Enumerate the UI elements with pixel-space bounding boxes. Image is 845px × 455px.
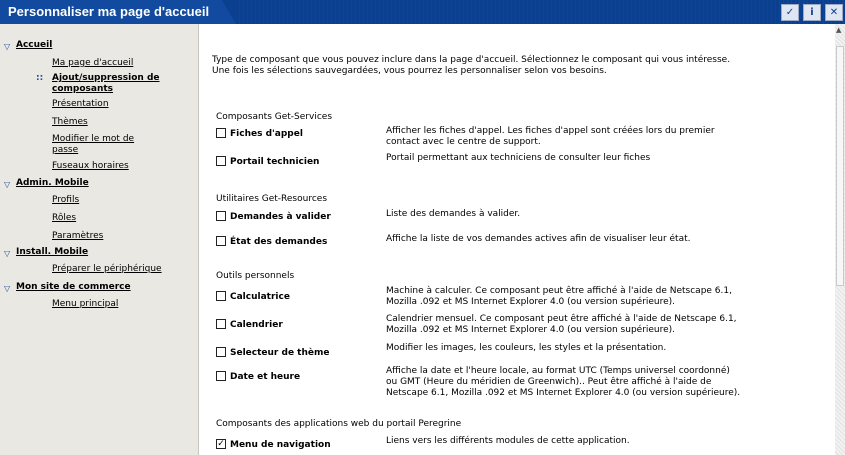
component-label: Portail technicien (230, 157, 320, 167)
expand-arrow-icon[interactable]: ▽ (4, 42, 10, 51)
group-title-outils-personnels: Outils personnels (216, 271, 295, 281)
checkbox-fiches-appel[interactable] (216, 128, 226, 138)
sidebar-item-presentation[interactable]: Présentation (52, 99, 109, 109)
sidebar-item-password-line2[interactable]: passe (52, 145, 78, 155)
component-label: Date et heure (230, 372, 301, 382)
component-label: Demandes à valider (230, 212, 331, 222)
component-label: Calculatrice (230, 292, 290, 302)
checkbox-portail-technicien[interactable] (216, 156, 226, 166)
title-stripe (236, 0, 845, 24)
vertical-scrollbar[interactable]: ▲ (835, 24, 845, 455)
component-desc-line: Liste des demandes à valider. (386, 209, 521, 219)
component-desc-line: Mozilla .092 et MS Internet Explorer 4.0… (386, 325, 676, 335)
expand-arrow-icon[interactable]: ▽ (4, 249, 10, 258)
check-icon[interactable]: ✓ (781, 4, 799, 21)
close-icon[interactable]: ✕ (825, 4, 843, 21)
sidebar-item-password-line1[interactable]: Modifier le mot de (52, 134, 134, 144)
sidebar-item-fuseaux[interactable]: Fuseaux horaires (52, 161, 129, 171)
checkbox-demandes-valider[interactable] (216, 211, 226, 221)
sidebar-section-install-mobile[interactable]: Install. Mobile (16, 247, 88, 257)
component-label: Calendrier (230, 320, 283, 330)
component-label: Fiches d'appel (230, 129, 303, 139)
group-title-get-resources: Utilitaires Get-Resources (216, 194, 328, 204)
sidebar-item-preparer[interactable]: Préparer le périphérique (52, 264, 162, 274)
expand-arrow-icon[interactable]: ▽ (4, 284, 10, 293)
intro-text-line2: Une fois les sélections sauvegardées, vo… (212, 66, 607, 76)
component-label: Menu de navigation (230, 440, 331, 450)
intro-text-line1: Type de composant que vous pouvez inclur… (212, 55, 731, 65)
title-icons: ✓ i ✕ (781, 4, 843, 21)
checkbox-etat-demandes[interactable] (216, 236, 226, 246)
checkbox-calendrier[interactable] (216, 319, 226, 329)
component-desc-line: Affiche la liste de vos demandes actives… (386, 234, 691, 244)
checkbox-menu-navigation[interactable]: ✓ (216, 439, 226, 449)
checkbox-selecteur-theme[interactable] (216, 347, 226, 357)
info-icon[interactable]: i (803, 4, 821, 21)
component-desc-line: Affiche la date et l'heure locale, au fo… (386, 366, 730, 376)
scrollbar-thumb[interactable] (836, 46, 844, 286)
component-desc-line: ou GMT (Heure du méridien de Greenwich).… (386, 377, 712, 387)
active-bullet-icon: :: (36, 73, 44, 83)
component-desc-line: contact avec le centre de support. (386, 137, 541, 147)
component-desc-line: Machine à calculer. Ce composant peut êt… (386, 286, 732, 296)
expand-arrow-icon[interactable]: ▽ (4, 180, 10, 189)
sidebar-item-themes[interactable]: Thèmes (52, 117, 88, 127)
component-label: Selecteur de thème (230, 348, 330, 358)
component-desc-line: Modifier les images, les couleurs, les s… (386, 343, 667, 353)
checkbox-calculatrice[interactable] (216, 291, 226, 301)
component-desc-line: Mozilla .092 et MS Internet Explorer 4.0… (386, 297, 676, 307)
component-desc-line: Netscape 6.1, Mozilla .092 et MS Interne… (386, 388, 741, 398)
sidebar-item-parametres[interactable]: Paramètres (52, 231, 103, 241)
sidebar-section-commerce[interactable]: Mon site de commerce (16, 282, 131, 292)
window-title: Personnaliser ma page d'accueil (8, 4, 210, 19)
sidebar-section-accueil[interactable]: Accueil (16, 40, 52, 50)
title-bar: Personnaliser ma page d'accueil ✓ i ✕ (0, 0, 845, 24)
group-title-get-services: Composants Get-Services (216, 112, 333, 122)
checkbox-date-heure[interactable] (216, 371, 226, 381)
component-desc-line: Afficher les fiches d'appel. Les fiches … (386, 126, 715, 136)
sidebar-item-roles[interactable]: Rôles (52, 213, 76, 223)
component-desc-line: Liens vers les différents modules de cet… (386, 436, 630, 446)
component-desc-line: Calendrier mensuel. Ce composant peut êt… (386, 314, 737, 324)
sidebar-item-menu-principal[interactable]: Menu principal (52, 299, 118, 309)
sidebar-item-ajout-line1[interactable]: Ajout/suppression de (52, 73, 160, 83)
sidebar-item-ajout-line2[interactable]: composants (52, 84, 113, 94)
component-desc-line: Portail permettant aux techniciens de co… (386, 153, 651, 163)
component-label: État des demandes (230, 237, 328, 247)
sidebar-section-admin-mobile[interactable]: Admin. Mobile (16, 178, 89, 188)
scroll-up-arrow-icon[interactable]: ▲ (836, 26, 841, 34)
group-title-peregrine: Composants des applications web du porta… (216, 419, 462, 429)
sidebar-item-ma-page[interactable]: Ma page d'accueil (52, 58, 133, 68)
sidebar-item-profils[interactable]: Profils (52, 195, 79, 205)
